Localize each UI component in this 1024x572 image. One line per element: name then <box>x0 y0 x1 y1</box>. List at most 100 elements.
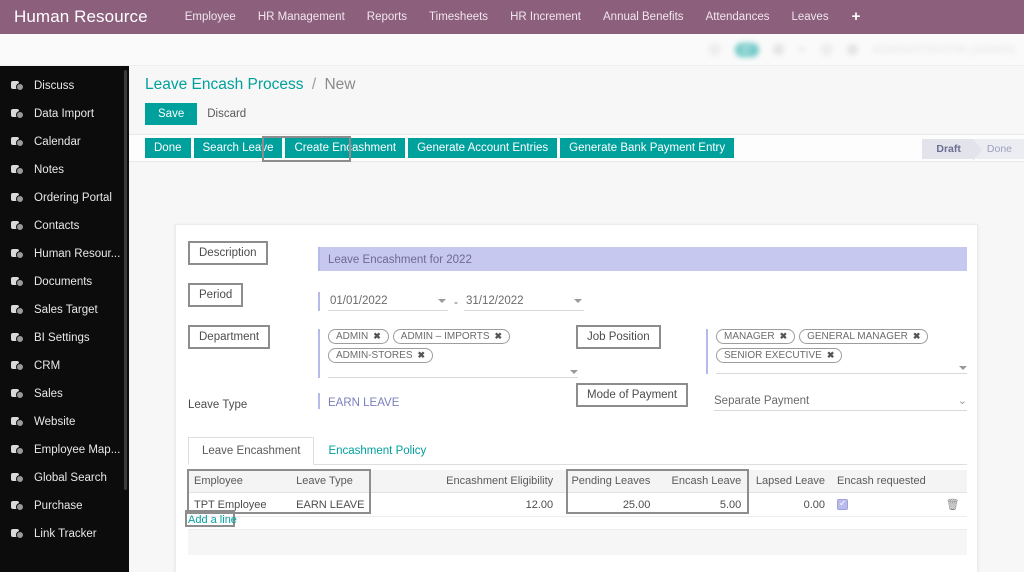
description-input[interactable]: Leave Encashment for 2022 <box>318 247 967 271</box>
cell-actions: 🗑 <box>938 492 967 517</box>
activity-icon[interactable] <box>707 43 721 56</box>
message-count-badge[interactable]: 87 <box>734 42 759 57</box>
job-position-tag-label: MANAGER <box>724 331 775 342</box>
generate-account-entries-button[interactable]: Generate Account Entries <box>408 138 558 158</box>
tab-encashment-policy[interactable]: Encashment Policy <box>314 437 440 465</box>
sidebar-item-human-resource[interactable]: Human Resour... <box>0 240 129 268</box>
remove-tag-icon[interactable]: ✖ <box>373 331 381 342</box>
generate-bank-payment-entry-button[interactable]: Generate Bank Payment Entry <box>560 138 735 158</box>
sidebar-item-link-tracker[interactable]: Link Tracker <box>0 520 129 548</box>
column-header-employee[interactable]: Employee <box>188 470 291 493</box>
column-header-lapsed-leave[interactable]: Lapsed Leave <box>747 470 832 493</box>
sidebar-item-data-import[interactable]: Data Import <box>0 100 129 128</box>
sidebar-item-label: Discuss <box>34 80 75 92</box>
chevron-down-icon[interactable] <box>797 47 806 52</box>
leave-type-value[interactable]: EARN LEAVE <box>328 397 399 409</box>
breadcrumb-current: New <box>324 76 356 93</box>
cell-lapsed-leave[interactable]: 0.00 <box>747 492 832 517</box>
sidebar-item-calendar[interactable]: Calendar <box>0 128 129 156</box>
sidebar-item-global-search[interactable]: Global Search <box>0 464 129 492</box>
user-avatar-icon[interactable] <box>772 44 784 55</box>
remove-tag-icon[interactable]: ✖ <box>780 331 788 342</box>
search-leave-button[interactable]: Search Leave <box>193 138 283 158</box>
settings-icon[interactable] <box>819 43 833 56</box>
sidebar-item-bi-settings[interactable]: BI Settings <box>0 324 129 352</box>
nav-item-hr-increment[interactable]: HR Increment <box>499 0 592 34</box>
table-row[interactable]: TPT Employee EARN LEAVE 12.00 25.00 5.00… <box>188 492 967 517</box>
odoo-app-window: Human Resource Employee HR Management Re… <box>0 0 1024 572</box>
sidebar-item-ordering-portal[interactable]: Ordering Portal <box>0 184 129 212</box>
remove-tag-icon[interactable]: ✖ <box>913 331 921 342</box>
sidebar-item-employee-map[interactable]: Employee Map... <box>0 436 129 464</box>
job-position-tag[interactable]: GENERAL MANAGER ✖ <box>799 329 929 344</box>
period-date-from-input[interactable]: 01/01/2022 <box>328 292 448 311</box>
column-header-pending-leaves[interactable]: Pending Leaves <box>559 470 657 493</box>
sidebar-item-label: Employee Map... <box>34 444 121 456</box>
cell-encashment-eligibility[interactable]: 12.00 <box>397 492 560 517</box>
leave-type-input[interactable]: EARN LEAVE <box>318 393 578 409</box>
nav-item-annual-benefits[interactable]: Annual Benefits <box>592 0 695 34</box>
column-header-leave-type[interactable]: Leave Type <box>290 470 398 493</box>
nav-item-employee[interactable]: Employee <box>174 0 247 34</box>
sidebar-item-label: Sales Target <box>34 304 98 316</box>
chevron-down-icon[interactable] <box>438 299 446 303</box>
trash-icon[interactable]: 🗑 <box>946 499 960 511</box>
column-header-encash-requested[interactable]: Encash requested <box>831 470 939 493</box>
remove-tag-icon[interactable]: ✖ <box>418 350 426 361</box>
save-button[interactable]: Save <box>145 103 198 125</box>
department-tag[interactable]: ADMIN-STORES ✖ <box>328 348 434 363</box>
sidebar-item-purchase[interactable]: Purchase <box>0 492 129 520</box>
column-header-encashment-eligibility[interactable]: Encashment Eligibility <box>397 470 560 493</box>
app-icon <box>11 108 25 120</box>
main-content-area: Leave Encash Process / New Save Discard … <box>129 66 1024 572</box>
chevron-down-icon[interactable] <box>959 366 967 370</box>
sidebar-item-label: Link Tracker <box>34 528 97 540</box>
nav-item-attendances[interactable]: Attendances <box>695 0 781 34</box>
department-tag[interactable]: ADMIN ✖ <box>328 329 389 344</box>
sidebar-item-notes[interactable]: Notes <box>0 156 129 184</box>
sidebar-item-sales-target[interactable]: Sales Target <box>0 296 129 324</box>
tab-leave-encashment[interactable]: Leave Encashment <box>188 437 315 465</box>
column-header-actions <box>938 470 967 493</box>
sidebar-item-contacts[interactable]: Contacts <box>0 212 129 240</box>
job-position-tag[interactable]: SENIOR EXECUTIVE ✖ <box>716 348 843 363</box>
cell-pending-leaves[interactable]: 25.00 <box>559 492 657 517</box>
nav-item-leaves[interactable]: Leaves <box>781 0 840 34</box>
app-icon <box>11 80 25 92</box>
create-encashment-button[interactable]: Create Encashment <box>285 138 406 158</box>
app-brand-title[interactable]: Human Resource <box>0 7 174 27</box>
remove-tag-icon[interactable]: ✖ <box>495 331 503 342</box>
nav-item-hr-management[interactable]: HR Management <box>247 0 356 34</box>
nav-item-reports[interactable]: Reports <box>356 0 418 34</box>
breadcrumb-root-link[interactable]: Leave Encash Process <box>145 76 304 93</box>
sidebar-item-crm[interactable]: CRM <box>0 352 129 380</box>
sidebar-item-sales[interactable]: Sales <box>0 380 129 408</box>
remove-tag-icon[interactable]: ✖ <box>827 350 835 361</box>
cell-encash-requested[interactable] <box>831 492 939 517</box>
department-input[interactable]: ADMIN ✖ ADMIN – IMPORTS ✖ ADMIN-STORES ✖ <box>318 329 578 378</box>
cell-encash-leave[interactable]: 5.00 <box>656 492 748 517</box>
add-a-line-button[interactable]: Add a line <box>188 514 237 526</box>
sidebar-item-discuss[interactable]: Discuss <box>0 72 129 100</box>
plus-icon[interactable]: + <box>840 0 873 34</box>
mode-of-payment-select[interactable]: Separate Payment ⌄ <box>714 394 967 411</box>
department-tag[interactable]: ADMIN – IMPORTS ✖ <box>392 329 511 344</box>
nav-item-timesheets[interactable]: Timesheets <box>418 0 499 34</box>
sidebar-scrollbar[interactable] <box>124 70 127 490</box>
status-stage-draft[interactable]: Draft <box>922 139 982 161</box>
leave-type-label: Leave Type <box>188 399 248 411</box>
column-header-encash-leave[interactable]: Encash Leave <box>656 470 748 493</box>
encash-requested-checkbox[interactable] <box>837 498 849 511</box>
job-position-tag[interactable]: MANAGER ✖ <box>716 329 796 344</box>
job-position-input[interactable]: MANAGER ✖ GENERAL MANAGER ✖ SENIOR EXECU… <box>706 329 967 374</box>
chevron-down-icon[interactable] <box>574 299 582 303</box>
sidebar-item-documents[interactable]: Documents <box>0 268 129 296</box>
app-icon <box>11 276 25 288</box>
done-button[interactable]: Done <box>145 138 191 158</box>
chevron-down-icon[interactable]: ⌄ <box>958 394 967 407</box>
sidebar-item-website[interactable]: Website <box>0 408 129 436</box>
period-label: Period <box>188 283 244 307</box>
cell-leave-type[interactable]: EARN LEAVE <box>290 492 398 517</box>
period-date-to-input[interactable]: 31/12/2022 <box>464 292 584 311</box>
discard-button[interactable]: Discard <box>207 108 246 120</box>
